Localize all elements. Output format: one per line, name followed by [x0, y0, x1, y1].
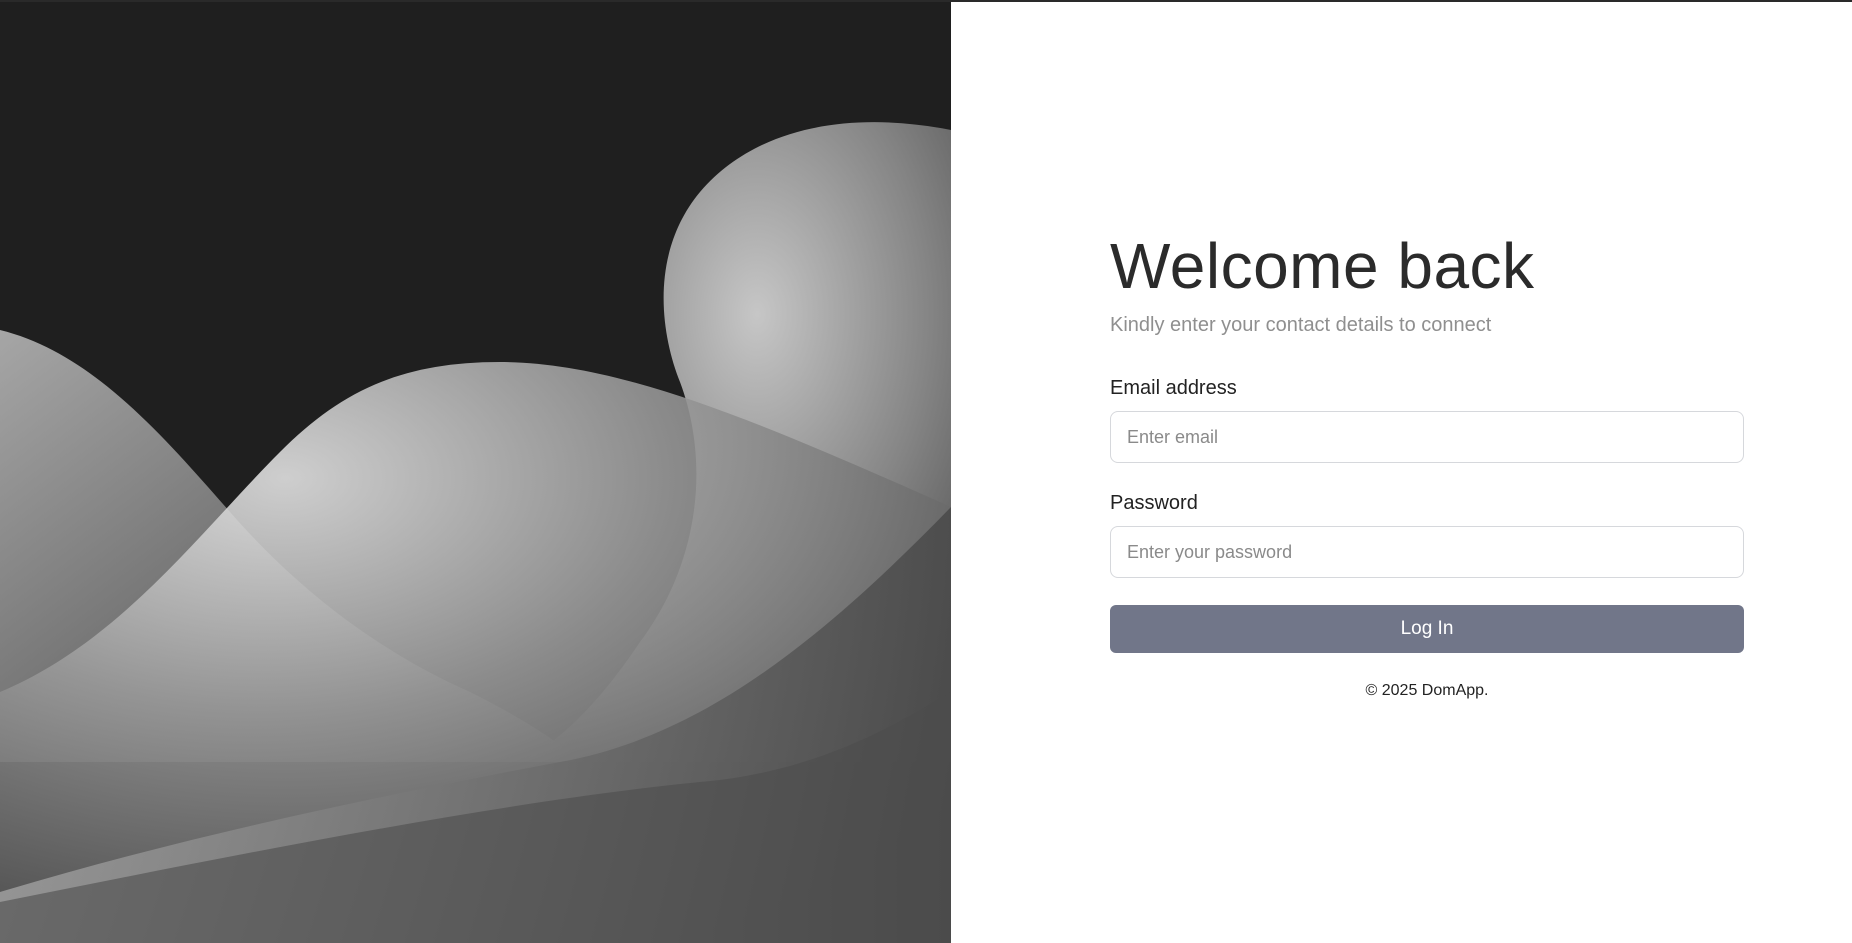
password-field[interactable] [1110, 526, 1744, 578]
login-button[interactable]: Log In [1110, 605, 1744, 653]
hero-abstract-image [0, 2, 951, 943]
login-form: Welcome back Kindly enter your contact d… [1110, 228, 1744, 700]
abstract-waves-graphic [0, 2, 951, 943]
email-field[interactable] [1110, 411, 1744, 463]
password-label: Password [1110, 492, 1198, 514]
copyright-footer: © 2025 DomApp. [1365, 682, 1489, 699]
login-panel: Welcome back Kindly enter your contact d… [951, 2, 1852, 943]
page-subtitle: Kindly enter your contact details to con… [1110, 314, 1492, 336]
login-page: Welcome back Kindly enter your contact d… [0, 2, 1852, 943]
page-title: Welcome back [1110, 230, 1535, 302]
email-label: Email address [1110, 377, 1237, 399]
